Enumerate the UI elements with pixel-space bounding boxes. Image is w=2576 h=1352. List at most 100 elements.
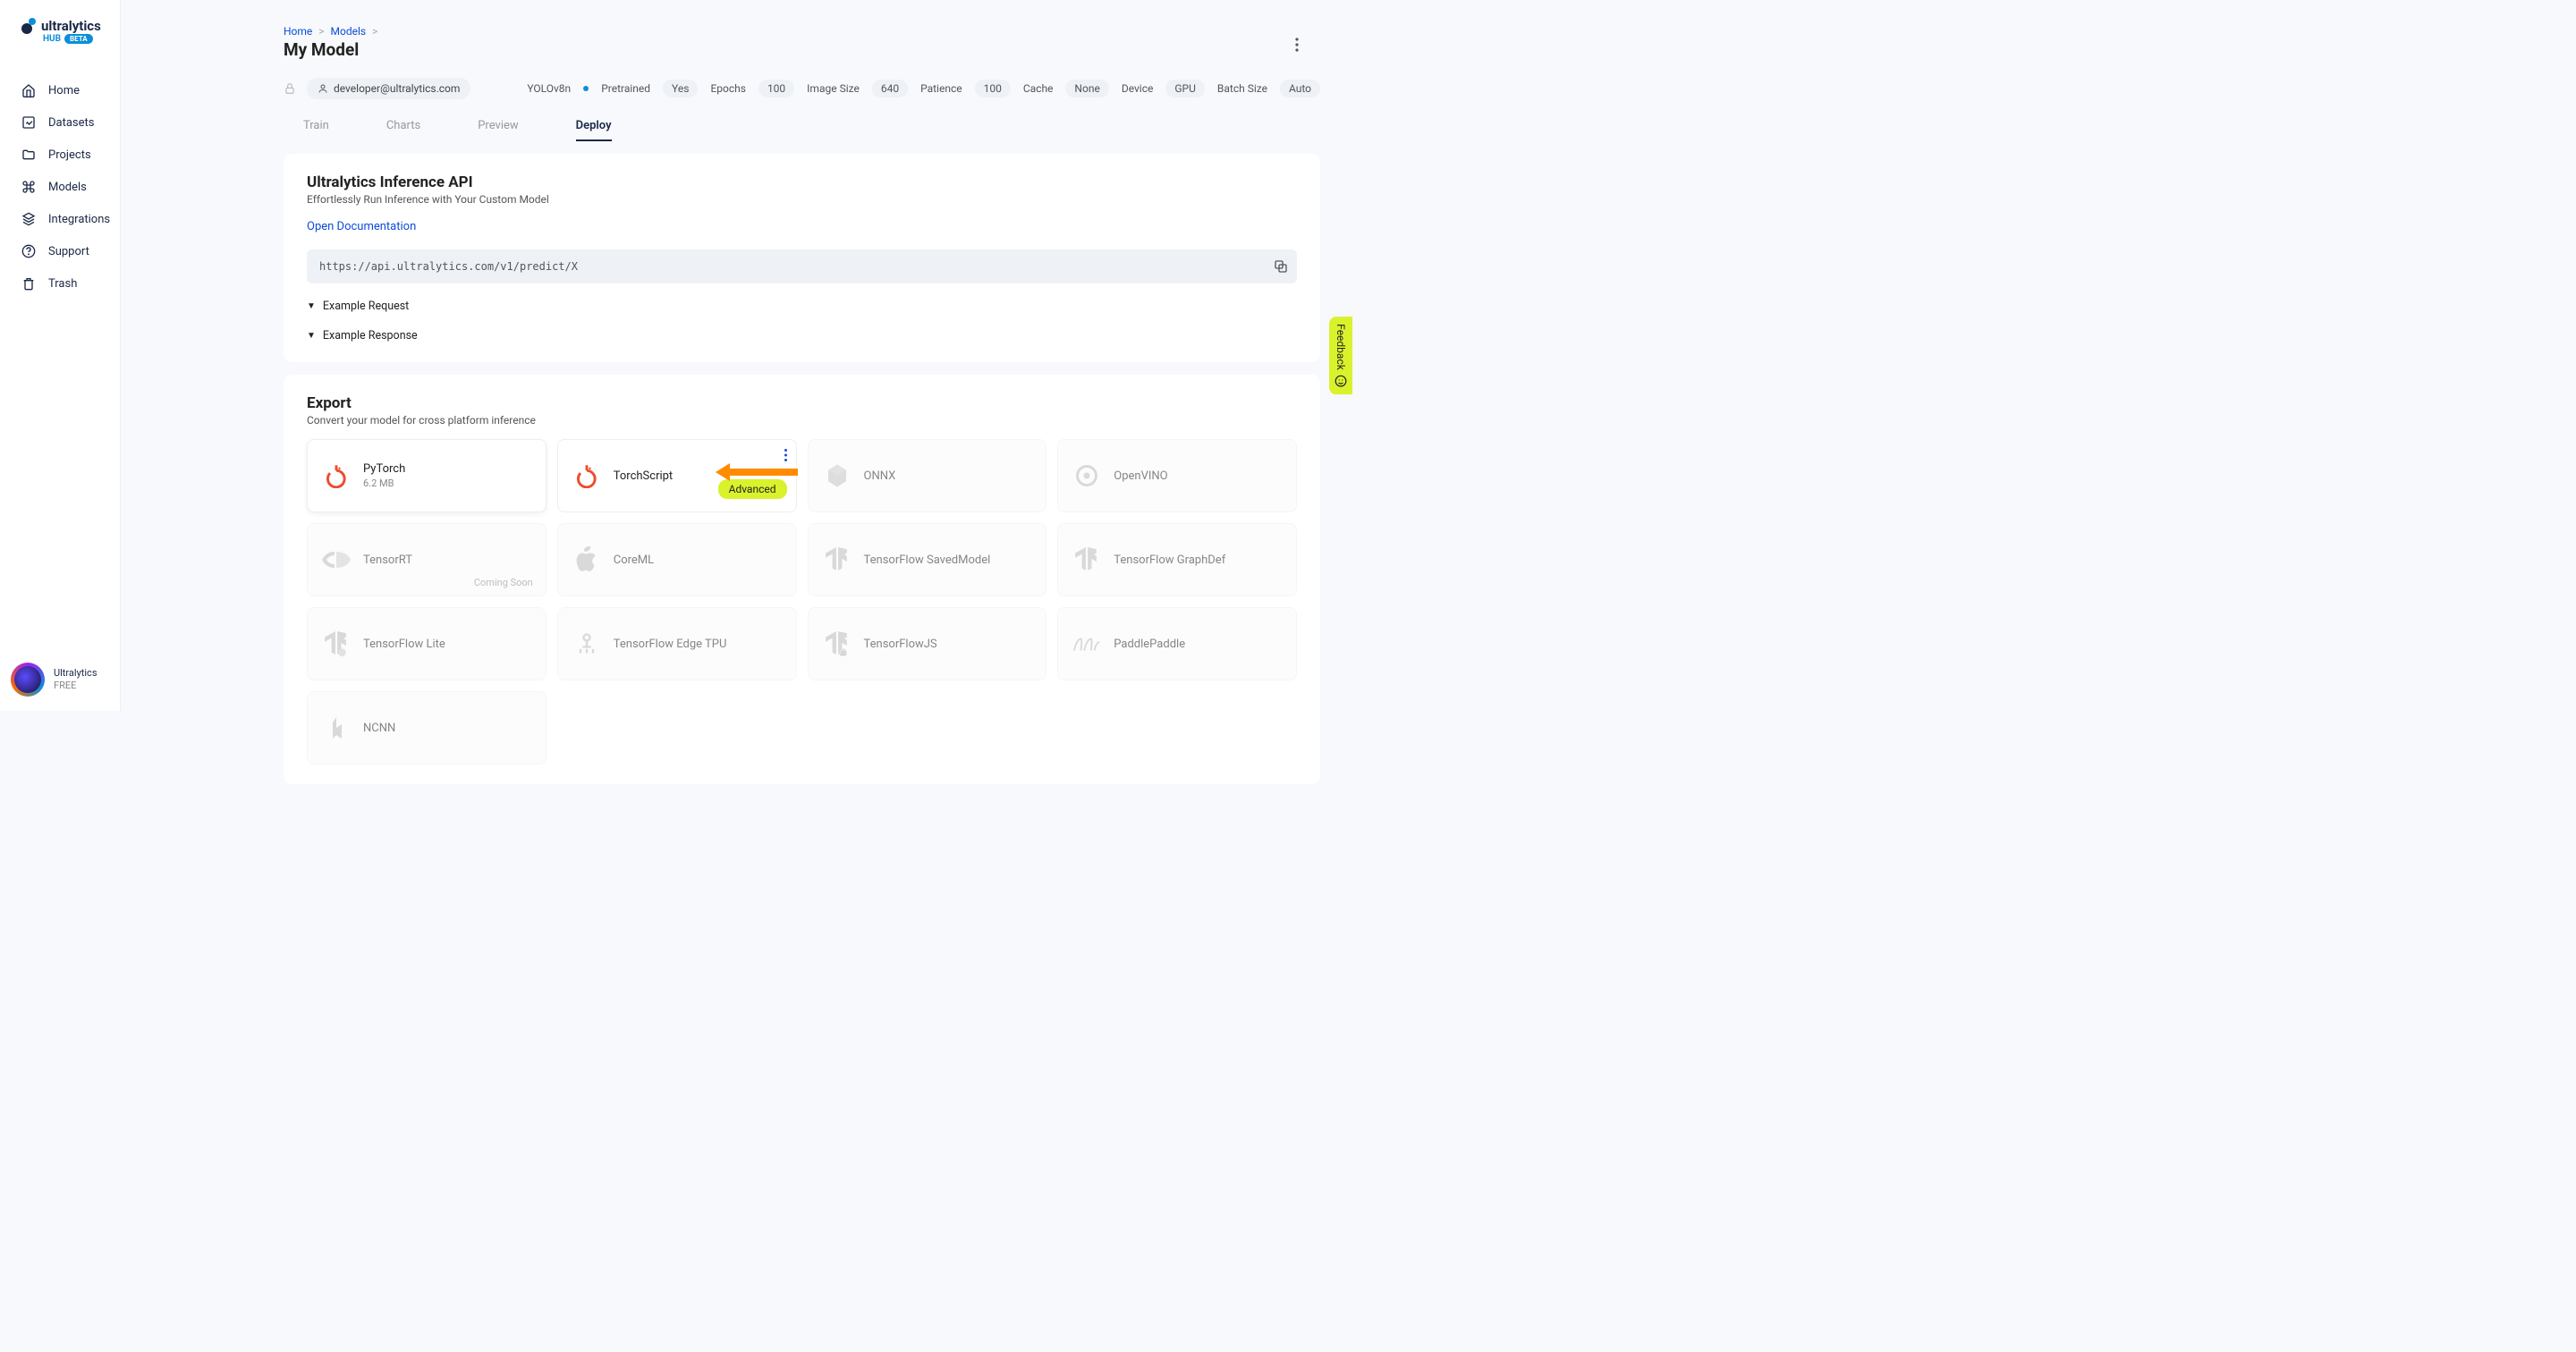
nav-projects[interactable]: Projects [0,139,120,171]
tab-deploy[interactable]: Deploy [576,112,612,141]
spec-imagesize-value: 640 [872,80,908,97]
open-documentation-link[interactable]: Open Documentation [307,220,416,233]
spec-batch-value: Auto [1280,80,1320,97]
smile-icon [1335,375,1347,387]
person-icon [318,83,328,94]
api-url: https://api.ultralytics.com/v1/predict/X [319,260,578,273]
image-icon [21,115,36,130]
account-plan: FREE [54,680,76,691]
export-onnx[interactable]: ONNX [808,439,1047,512]
export-card-size: 6.2 MB [363,477,405,489]
pytorch-icon [572,461,601,490]
export-paddlepaddle[interactable]: PaddlePaddle [1057,607,1297,680]
nav-trash[interactable]: Trash [0,267,120,300]
tensorflow-icon [823,545,852,574]
export-card-title: TensorFlow SavedModel [864,553,991,567]
export-tf-savedmodel[interactable]: TensorFlow SavedModel [808,523,1047,596]
nav-home[interactable]: Home [0,74,120,106]
spec-pretrained-value: Yes [663,80,698,97]
feedback-tab[interactable]: Feedback [1329,317,1352,395]
caret-down-icon: ▼ [307,301,316,311]
inference-title: Ultralytics Inference API [307,173,1297,191]
coming-soon-label: Coming Soon [474,577,533,588]
export-torchscript[interactable]: TorchScript Advanced [557,439,797,512]
spec-epochs-label: Epochs [710,82,746,95]
example-response-toggle[interactable]: ▼ Example Response [307,329,1297,342]
brand-name: ultralytics [41,18,101,34]
export-card-menu[interactable] [784,449,787,461]
export-tf-lite[interactable]: TensorFlow Lite [307,607,547,680]
breadcrumb-models[interactable]: Models [331,25,367,38]
nav-label: Home [48,84,80,97]
export-card-title: TensorFlowJS [864,638,937,651]
export-subtitle: Convert your model for cross platform in… [307,414,1297,427]
export-tf-edgetpu[interactable]: TensorFlow Edge TPU [557,607,797,680]
tab-charts[interactable]: Charts [386,112,420,141]
export-card-title: ONNX [864,469,896,483]
spec-epochs-value: 100 [758,80,794,97]
export-coreml[interactable]: CoreML [557,523,797,596]
export-card-title: TensorFlow Edge TPU [614,638,727,651]
paddle-icon [1072,630,1101,658]
export-tensorrt[interactable]: TensorRT Coming Soon [307,523,547,596]
export-tfjs[interactable]: JS TensorFlowJS [808,607,1047,680]
account-widget[interactable]: Ultralytics FREE [11,663,97,697]
breadcrumb: Home > Models > [284,25,1320,38]
export-card-title: PyTorch [363,462,405,476]
export-card-title: NCNN [363,722,395,735]
brand-hub: HUB [43,34,61,44]
export-tf-graphdef[interactable]: TensorFlow GraphDef [1057,523,1297,596]
openvino-icon [1072,461,1101,490]
spec-cache-value: None [1065,80,1108,97]
spec-patience-value: 100 [975,80,1011,97]
breadcrumb-sep: > [372,25,377,38]
command-icon [21,180,36,194]
nvidia-icon [322,545,351,574]
export-title: Export [307,394,1297,412]
tab-preview[interactable]: Preview [478,112,518,141]
nav-label: Projects [48,148,91,162]
export-card-title: TorchScript [614,469,673,483]
nav-label: Models [48,181,87,194]
example-request-toggle[interactable]: ▼ Example Request [307,300,1297,313]
nav-support[interactable]: Support [0,235,120,267]
nav-label: Datasets [48,116,95,130]
owner-chip[interactable]: developer@ultralytics.com [307,78,470,99]
copy-button[interactable] [1274,259,1288,274]
nav-integrations[interactable]: Integrations [0,203,120,235]
export-ncnn[interactable]: NCNN [307,691,547,765]
tensorflow-icon: JS [823,630,852,658]
example-response-label: Example Response [323,329,418,342]
spec-row: YOLOv8n Pretrained Yes Epochs 100 Image … [527,80,1320,97]
sidebar: ultralytics HUB BETA Home Datasets Proje… [0,0,121,711]
breadcrumb-sep: > [318,25,324,38]
nav-datasets[interactable]: Datasets [0,106,120,139]
export-openvino[interactable]: OpenVINO [1057,439,1297,512]
svg-text:JS: JS [839,650,846,656]
status-dot-icon [583,86,589,91]
help-icon [21,244,36,258]
advanced-badge[interactable]: Advanced [718,479,787,499]
tensorflow-icon [1072,545,1101,574]
example-request-label: Example Request [323,300,409,313]
caret-down-icon: ▼ [307,331,316,341]
apple-icon [572,545,601,574]
folder-icon [21,148,36,162]
owner-email: developer@ultralytics.com [334,82,460,95]
nav-models[interactable]: Models [0,171,120,203]
tab-train[interactable]: Train [303,112,329,141]
feedback-label: Feedback [1335,324,1347,370]
breadcrumb-home[interactable]: Home [284,25,312,38]
meta-row: developer@ultralytics.com YOLOv8n Pretra… [284,78,1320,99]
brand-logo[interactable]: ultralytics HUB BETA [0,0,120,53]
copy-icon [1274,259,1288,274]
api-url-box: https://api.ultralytics.com/v1/predict/X [307,249,1297,283]
nav-label: Integrations [48,213,110,226]
avatar [11,663,45,697]
spec-batch-label: Batch Size [1217,82,1267,95]
inference-card: Ultralytics Inference API Effortlessly R… [284,154,1320,362]
export-pytorch[interactable]: PyTorch 6.2 MB [307,439,547,512]
tabs: Train Charts Preview Deploy [284,112,1320,141]
spec-model: YOLOv8n [527,82,571,95]
page-menu-button[interactable] [1286,34,1308,55]
